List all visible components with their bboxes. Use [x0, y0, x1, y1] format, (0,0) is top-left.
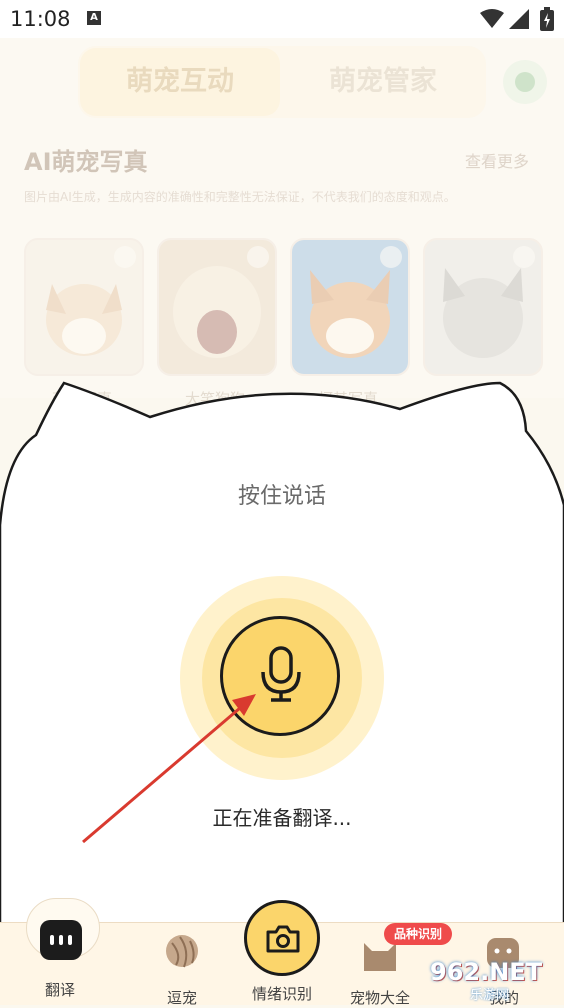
camera-button[interactable]: [244, 900, 320, 976]
yarn-ball-icon: [166, 935, 198, 968]
watermark-sub: 乐游网: [470, 988, 510, 1003]
robot-icon[interactable]: [40, 920, 82, 960]
tab-label: 情绪识别: [251, 985, 312, 1003]
tab-label: 逗宠: [166, 989, 197, 1007]
tab-label: 翻译: [44, 981, 75, 999]
annotation-arrow: [82, 694, 256, 844]
tab-label: 宠物大全: [349, 989, 410, 1007]
camera-icon: [266, 925, 300, 953]
watermark-logo: 962.NET: [430, 958, 543, 986]
breed-recognition-badge[interactable]: 品种识别: [384, 923, 452, 945]
tab-play[interactable]: 逗宠: [120, 923, 244, 1007]
